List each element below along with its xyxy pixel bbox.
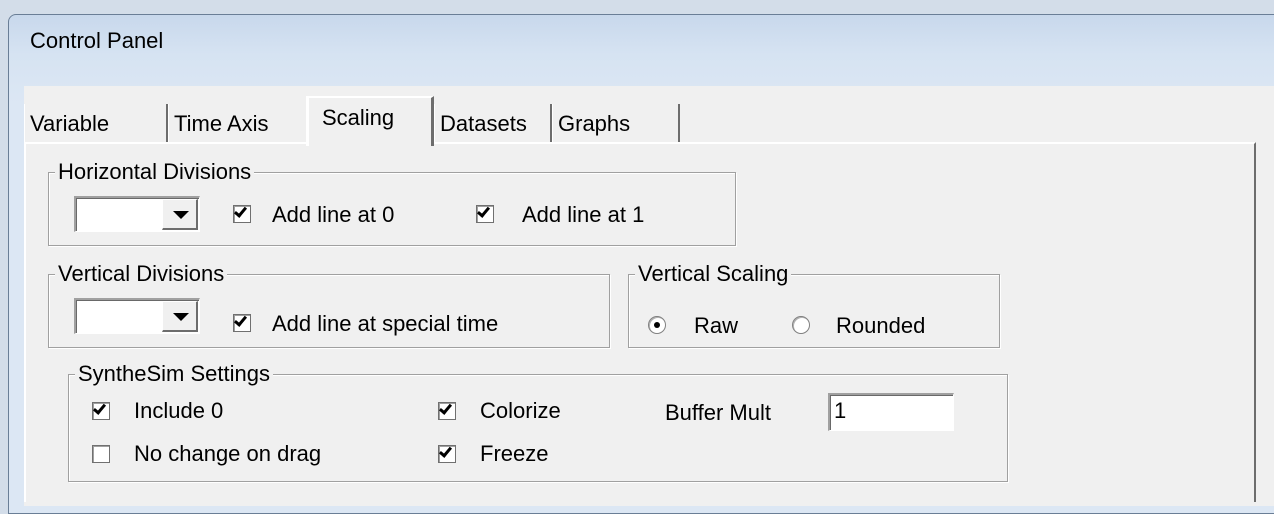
tab-datasets[interactable]: Datasets [434, 104, 552, 144]
raw-label: Raw [694, 313, 739, 338]
checkmark-icon [476, 204, 491, 218]
add-line-at-0-checkbox[interactable] [233, 204, 251, 223]
horizontal-divisions-legend: Horizontal Divisions [55, 159, 255, 185]
checkmark-icon [438, 401, 453, 415]
vertical-divisions-legend: Vertical Divisions [55, 261, 228, 287]
vertical-divisions-combo[interactable] [74, 298, 200, 334]
add-line-at-special-time-label: Add line at special time [272, 311, 499, 336]
no-change-on-drag-checkbox[interactable] [92, 445, 110, 463]
chevron-down-icon [173, 211, 189, 219]
tab-scaling[interactable]: Scaling [306, 96, 434, 146]
tab-variable[interactable]: Variable [24, 104, 168, 144]
raw-radio[interactable] [648, 316, 666, 334]
add-line-at-1-label: Add line at 1 [522, 202, 645, 227]
colorize-checkbox[interactable] [438, 401, 456, 420]
add-line-at-1-checkbox[interactable] [476, 204, 494, 223]
checkmark-icon [233, 204, 248, 218]
combo-dropdown-button[interactable] [162, 301, 198, 332]
add-line-at-special-time-checkbox[interactable] [233, 313, 251, 332]
combo-dropdown-button[interactable] [162, 199, 198, 230]
synthesim-settings-legend: SyntheSim Settings [75, 361, 273, 387]
freeze-label: Freeze [480, 441, 549, 466]
checkmark-icon [92, 401, 107, 415]
horizontal-divisions-combo[interactable] [74, 196, 200, 232]
buffer-mult-label: Buffer Mult [665, 400, 771, 425]
rounded-radio[interactable] [792, 316, 810, 334]
add-line-at-0-label: Add line at 0 [272, 202, 395, 227]
tab-time-axis[interactable]: Time Axis [168, 104, 308, 144]
no-change-on-drag-label: No change on drag [134, 441, 322, 466]
vertical-scaling-group: Vertical Scaling [628, 261, 1000, 348]
rounded-label: Rounded [836, 313, 926, 338]
chevron-down-icon [173, 313, 189, 321]
include-0-label: Include 0 [134, 398, 224, 423]
checkmark-icon [233, 313, 248, 327]
tab-graphs[interactable]: Graphs [552, 104, 680, 144]
checkmark-icon [438, 444, 453, 458]
radio-dot-icon [654, 322, 660, 328]
freeze-checkbox[interactable] [438, 444, 456, 463]
include-0-checkbox[interactable] [92, 401, 110, 420]
vertical-scaling-legend: Vertical Scaling [635, 261, 792, 287]
colorize-label: Colorize [480, 398, 561, 423]
window-title: Control Panel [30, 28, 164, 53]
buffer-mult-input[interactable]: 1 [828, 393, 954, 431]
